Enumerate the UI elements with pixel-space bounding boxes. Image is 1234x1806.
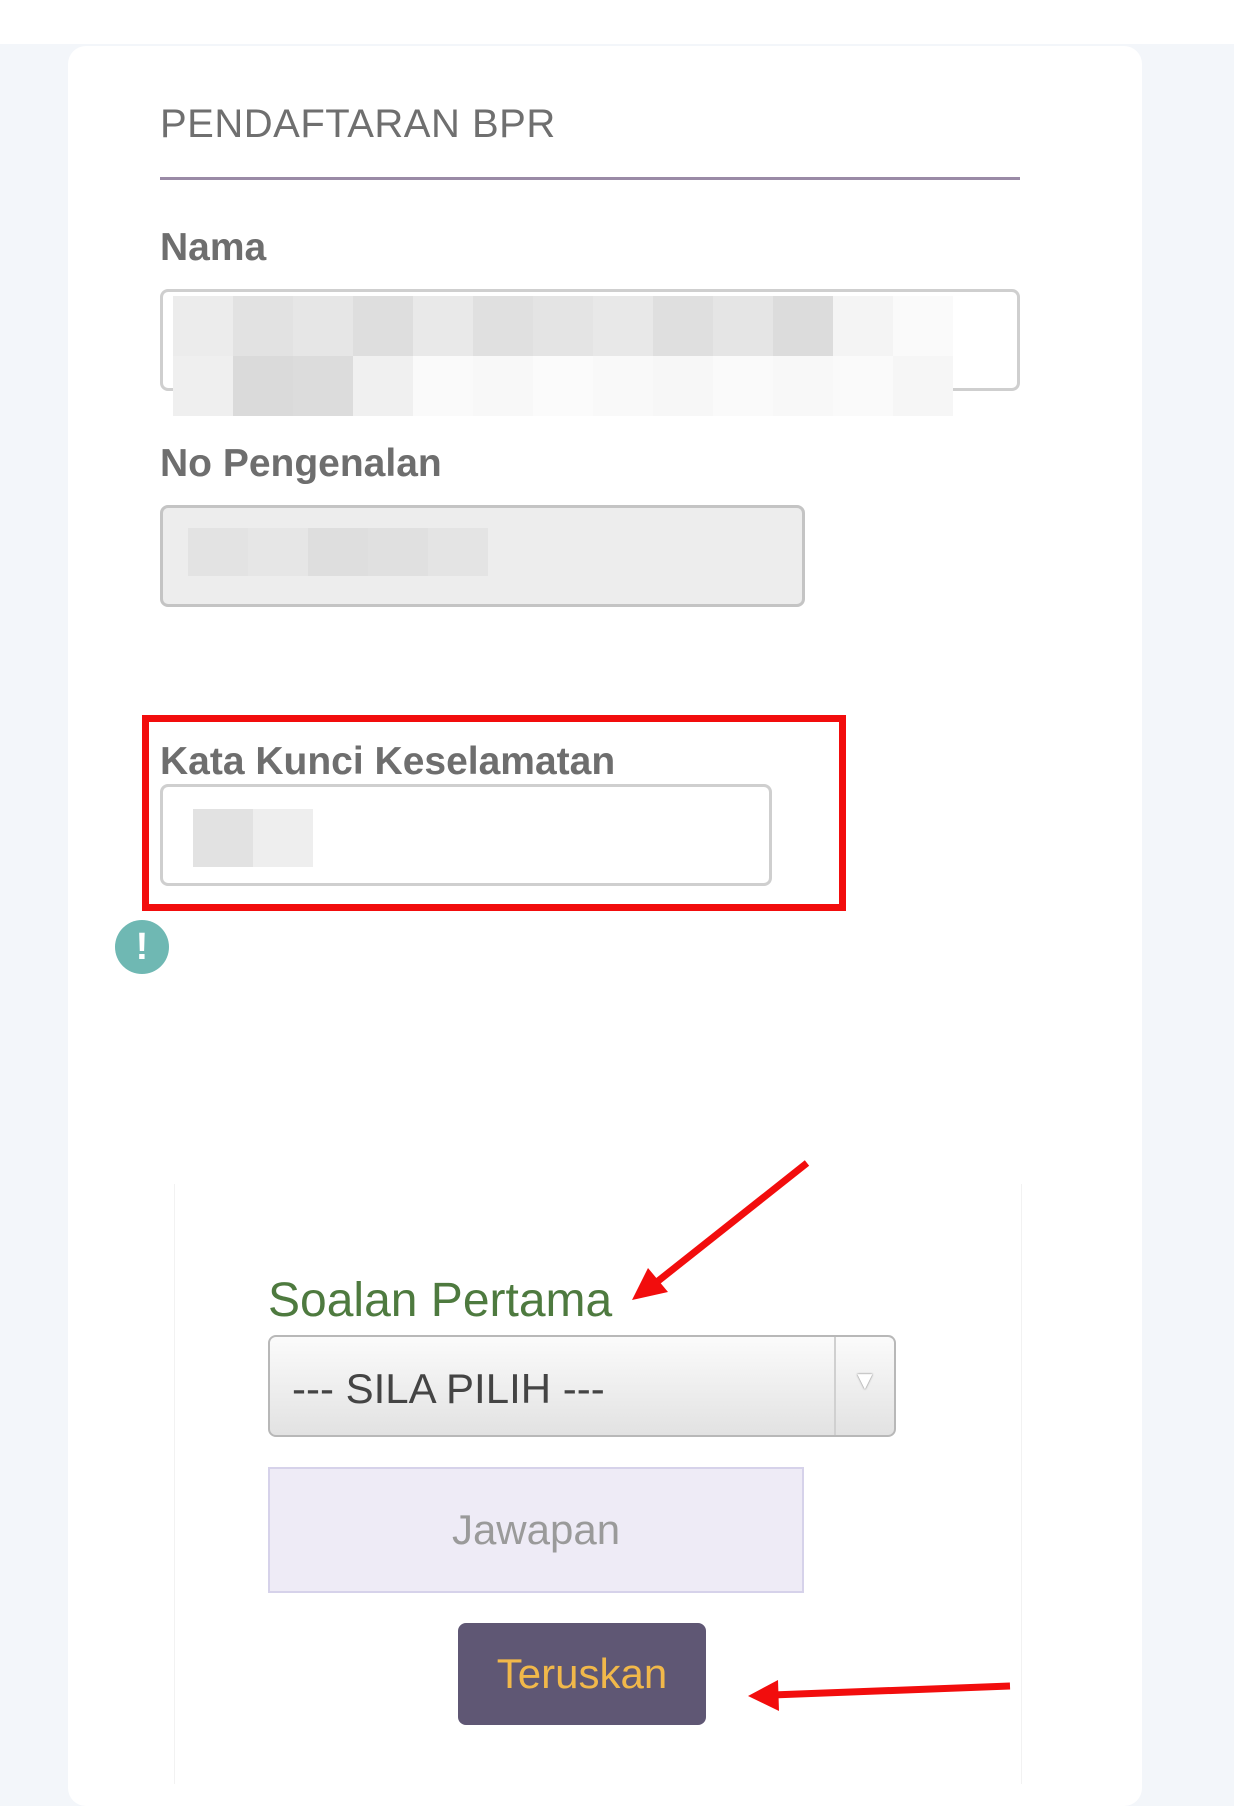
annotation-arrow-to-button [748, 1680, 1011, 1711]
annotation-arrow-to-question [632, 1160, 810, 1300]
annotation-arrows [632, 1160, 1011, 1711]
